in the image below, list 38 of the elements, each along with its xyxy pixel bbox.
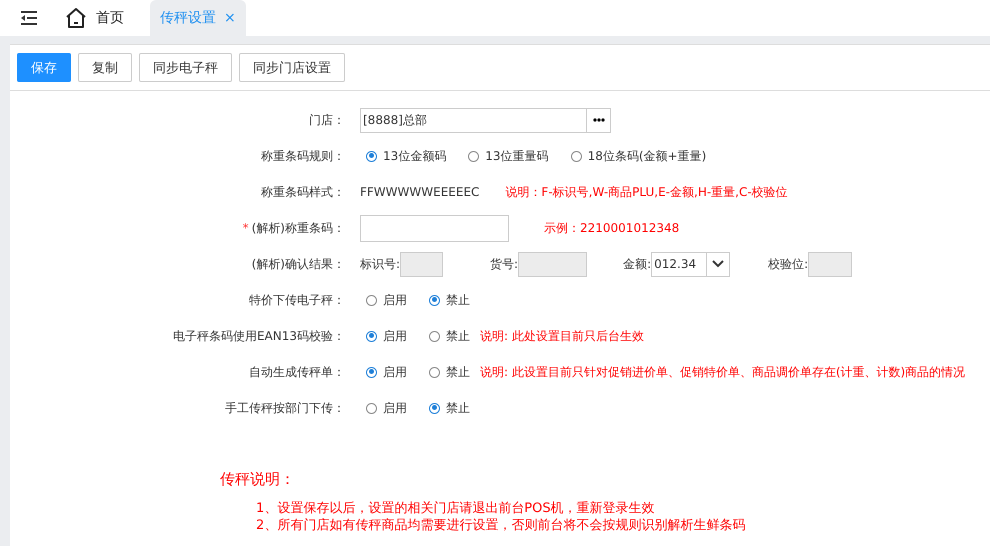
amount-select[interactable]: 012.34: [651, 252, 730, 276]
field-label: 校验位:: [768, 256, 808, 272]
notes-title: 传秤说明：: [220, 470, 296, 489]
field-label: 自动生成传秤单：: [249, 364, 345, 378]
radio-option[interactable]: 启用: [360, 292, 407, 308]
field-label: (解析)确认结果：: [252, 256, 345, 270]
field-label: 标识号:: [360, 256, 400, 272]
radio-option[interactable]: 启用: [360, 400, 407, 416]
field-label: 货号:: [490, 256, 518, 272]
radio-option[interactable]: 禁止: [423, 328, 470, 344]
barcode-pattern: FFWWWWWEEEEEC: [360, 185, 480, 199]
radio-option[interactable]: 禁止: [423, 292, 470, 308]
field-label: 特价下传电子秤：: [249, 292, 345, 306]
radio-option[interactable]: 13位金额码: [360, 148, 446, 164]
radio-option[interactable]: 禁止: [423, 364, 470, 380]
notes-line: 2、所有门店如有传秤商品均需要进行设置，否则前台将不会按规则识别解析生鲜条码: [255, 517, 746, 534]
field-label: 金额:: [623, 256, 652, 272]
radio-option[interactable]: 18位条码(金额+重量): [564, 148, 706, 164]
radio-option[interactable]: 启用: [360, 364, 407, 380]
field-label: 手工传秤按部门下传：: [225, 400, 345, 414]
radio-option[interactable]: 启用: [360, 328, 407, 344]
radio-option[interactable]: 禁止: [423, 400, 470, 416]
note-text: 说明：F-标识号,W-商品PLU,E-金额,H-重量,C-校验位: [505, 184, 788, 200]
toolbar-button[interactable]: 同步门店设置: [239, 53, 345, 82]
radio-option[interactable]: 13位重量码: [462, 148, 549, 164]
toolbar-button[interactable]: 同步电子秤: [139, 53, 232, 82]
field-label: (解析)称重条码：: [252, 220, 345, 234]
note-text: 示例：2210001012348: [544, 220, 680, 236]
notes-line: 1、设置保存以后，设置的相关门店请退出前台POS机，重新登录生效: [255, 500, 656, 517]
toolbar-button[interactable]: 复制: [78, 53, 132, 82]
field-label: 称重条码规则：: [261, 148, 345, 162]
field-label: 电子秤条码使用EAN13码校验：: [172, 328, 345, 342]
note-text: 说明: 此处设置目前只后台生效: [480, 328, 644, 344]
note-text: 说明: 此设置目前只针对促销进价单、促销特价单、商品调价单存在(计重、计数)商品的情况: [480, 364, 966, 380]
required-mark: *: [242, 220, 249, 234]
field-label: 称重条码样式：: [261, 184, 345, 198]
store-lookup-field[interactable]: [8888]总部: [360, 108, 611, 132]
field-label: 门店：: [309, 112, 345, 126]
